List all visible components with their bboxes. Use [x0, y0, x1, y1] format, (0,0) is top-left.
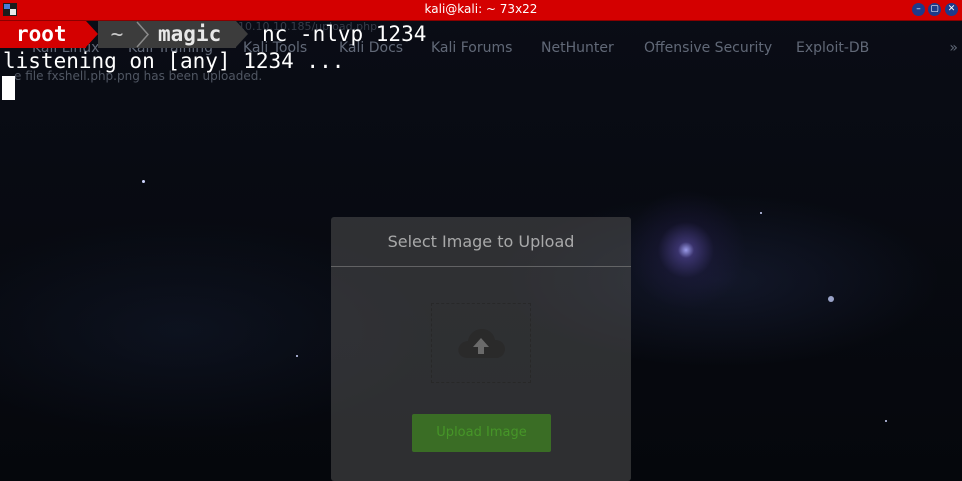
bookmark-nethunter[interactable]: NetHunter — [541, 40, 614, 56]
upload-image-button[interactable]: Upload Image — [412, 414, 551, 452]
star — [760, 212, 762, 214]
prompt-home: ~ — [98, 21, 136, 48]
prompt-end-separator — [236, 21, 248, 47]
upload-dialog-title: Select Image to Upload — [331, 217, 631, 267]
bookmark-exploit-db[interactable]: Exploit-DB — [796, 40, 869, 56]
bookmark-offensive-security[interactable]: Offensive Security — [644, 40, 772, 56]
upload-dialog: Select Image to Upload Upload Image — [331, 217, 631, 481]
close-button[interactable]: ✕ — [945, 3, 958, 16]
prompt-separator — [86, 21, 98, 47]
prompt-user: root — [0, 21, 86, 48]
star — [828, 296, 834, 302]
star — [142, 180, 145, 183]
minimize-button[interactable]: – — [912, 3, 925, 16]
star — [296, 355, 298, 357]
cloud-upload-icon — [458, 329, 505, 358]
bookmarks-more-icon[interactable]: » — [949, 40, 958, 56]
terminal-output-line: listening on [any] 1234 ... — [3, 49, 345, 73]
command-text: nc -nlvp 1234 — [262, 22, 427, 46]
maximize-button[interactable]: ▢ — [928, 3, 941, 16]
star — [885, 420, 887, 422]
image-dropzone[interactable] — [431, 303, 531, 383]
prompt-directory: magic — [150, 21, 236, 48]
bookmark-kali-forums[interactable]: Kali Forums — [431, 40, 512, 56]
terminal-cursor[interactable] — [2, 76, 15, 100]
prompt-separator-chevron — [134, 21, 150, 48]
window-title: kali@kali: ~ 73x22 — [424, 2, 538, 16]
terminal-titlebar[interactable]: kali@kali: ~ 73x22 – ▢ ✕ — [0, 0, 962, 21]
